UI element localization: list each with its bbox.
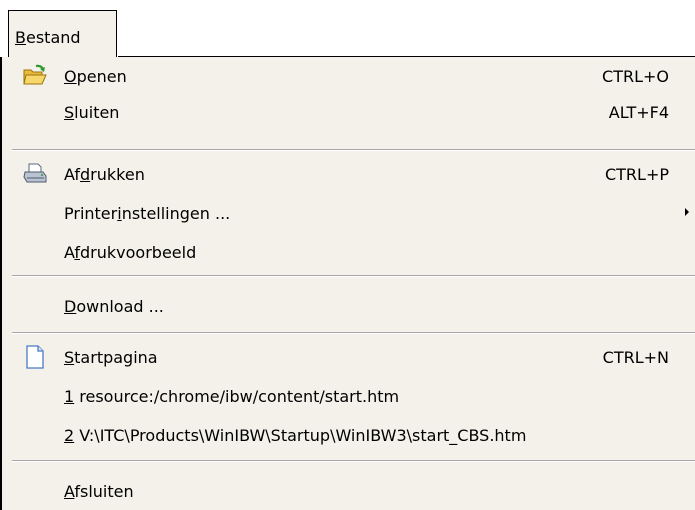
menu-item-printerinstellingen[interactable]: Printerinstellingen ...: [2, 196, 695, 232]
shortcut-label: CTRL+O: [602, 67, 669, 86]
menu-item-label: 1 resource:/chrome/ibw/content/start.htm: [64, 387, 400, 406]
blank-page-icon: [22, 344, 48, 370]
shortcut-label: ALT+F4: [608, 103, 669, 122]
menu-item-label: Afdrukvoorbeeld: [64, 243, 197, 262]
menu-separator: [12, 149, 695, 151]
menu-item-label: Afdrukken: [64, 165, 145, 184]
menu-item-openen[interactable]: Openen CTRL+O: [2, 59, 695, 95]
menu-bestand-label: Bestand: [15, 28, 81, 47]
folder-open-icon: [22, 63, 48, 89]
menu-separator: [12, 460, 695, 462]
menu-bar: Bestand: [0, 0, 695, 58]
submenu-arrow-icon: [685, 208, 689, 216]
menu-separator: [12, 332, 695, 334]
shortcut-label: CTRL+P: [604, 165, 669, 184]
menu-item-label: Sluiten: [64, 103, 120, 122]
menu-item-afdrukvoorbeeld[interactable]: Afdrukvoorbeeld: [2, 235, 695, 271]
menu-item-afsluiten[interactable]: Afsluiten: [2, 474, 695, 510]
menu-item-label: Startpagina: [64, 348, 158, 367]
printer-icon: [22, 161, 48, 187]
menu-item-download[interactable]: Download ...: [2, 289, 695, 325]
menu-item-afdrukken[interactable]: Afdrukken CTRL+P: [2, 157, 695, 193]
menu-item-label: 2 V:\ITC\Products\WinIBW\Startup\WinIBW3…: [64, 426, 527, 445]
dropdown-menu-bestand: Openen CTRL+O Sluiten ALT+F4 Afdrukken C…: [0, 57, 695, 510]
menu-item-label: Openen: [64, 67, 127, 86]
menu-item-label: Afsluiten: [64, 482, 134, 501]
menu-item-startpagina[interactable]: Startpagina CTRL+N: [2, 340, 695, 376]
menu-item-recent-1[interactable]: 1 resource:/chrome/ibw/content/start.htm: [2, 379, 695, 415]
menu-bestand[interactable]: Bestand: [8, 10, 117, 57]
menu-item-label: Download ...: [64, 297, 164, 316]
menu-separator: [12, 275, 695, 277]
menu-item-label: Printerinstellingen ...: [64, 204, 231, 223]
menu-item-sluiten[interactable]: Sluiten ALT+F4: [2, 95, 695, 131]
shortcut-label: CTRL+N: [602, 348, 669, 367]
menu-item-recent-2[interactable]: 2 V:\ITC\Products\WinIBW\Startup\WinIBW3…: [2, 418, 695, 454]
